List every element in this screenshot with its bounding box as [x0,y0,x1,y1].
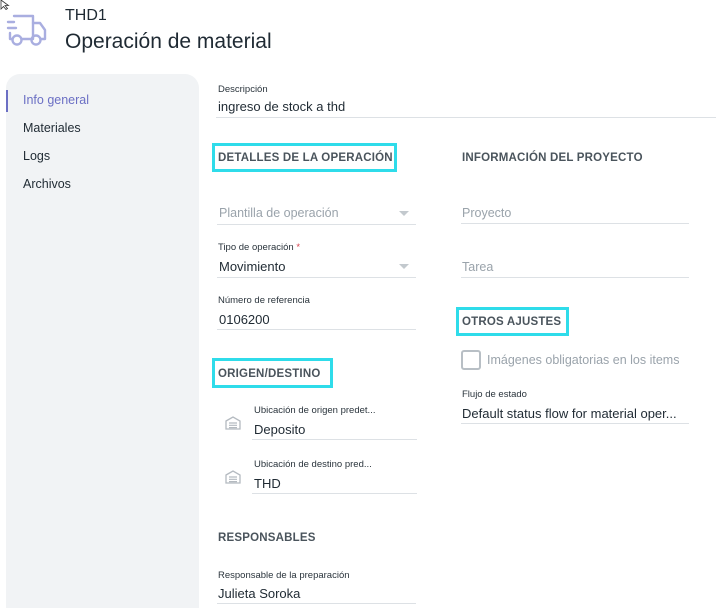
destino-field[interactable]: THD [254,476,281,491]
origen-section-title: ORIGEN/DESTINO [218,368,321,380]
responsables-section-title: RESPONSABLES [218,532,316,544]
preparacion-underline [217,603,416,604]
chevron-down-icon[interactable] [399,211,409,216]
sidebar-item-info-general[interactable]: Info general [23,93,89,107]
tipo-operacion-label-text: Tipo de operación [218,242,294,253]
chevron-down-icon[interactable] [399,264,409,269]
origen-label: Ubicación de origen predet... [254,405,376,416]
sidebar-item-materiales[interactable]: Materiales [23,121,81,135]
warehouse-icon [225,416,241,430]
descripcion-label: Descripción [218,84,268,95]
flujo-label: Flujo de estado [462,389,527,400]
warehouse-icon [225,470,241,484]
referencia-field[interactable]: 0106200 [219,312,270,327]
destino-underline [252,493,417,494]
page-title: Operación de material [65,30,272,53]
referencia-label: Número de referencia [218,295,310,306]
sidebar: Info general Materiales Logs Archivos [6,74,199,608]
referencia-underline [217,329,416,330]
destino-label: Ubicación de destino pred... [254,459,372,470]
descripcion-field[interactable]: ingreso de stock a thd [218,99,345,114]
mouse-cursor-icon [0,0,10,10]
tipo-underline [217,277,416,278]
imagenes-checkbox[interactable] [461,350,481,370]
plantilla-select[interactable]: Plantilla de operación [219,206,339,220]
sidebar-item-logs[interactable]: Logs [23,149,50,163]
flujo-underline [461,423,689,424]
tipo-operacion-select[interactable]: Movimiento [219,259,285,274]
proyecto-field[interactable]: Proyecto [462,206,511,220]
proyecto-section-title: INFORMACIÓN DEL PROYECTO [462,152,643,164]
proyecto-underline [461,223,689,224]
origen-underline [252,439,417,440]
delivery-truck-icon [6,14,47,46]
tarea-field[interactable]: Tarea [462,260,493,274]
flujo-select[interactable]: Default status flow for material oper... [462,406,677,421]
sidebar-item-archivos[interactable]: Archivos [23,177,71,191]
preparacion-label: Responsable de la preparación [218,570,350,581]
descripcion-underline [216,117,716,118]
plantilla-underline [217,224,416,225]
detalles-section-title: DETALLES DE LA OPERACIÓN [218,152,393,164]
tipo-operacion-label: Tipo de operación * [218,242,300,253]
otros-section-title: OTROS AJUSTES [462,316,562,328]
tarea-underline [461,277,689,278]
required-mark: * [296,242,301,253]
preparacion-field[interactable]: Julieta Soroka [218,586,300,601]
origen-field[interactable]: Deposito [254,422,305,437]
imagenes-label: Imágenes obligatorias en los items [487,353,680,367]
sidebar-active-indicator [6,90,8,112]
operation-code: THD1 [65,7,107,24]
